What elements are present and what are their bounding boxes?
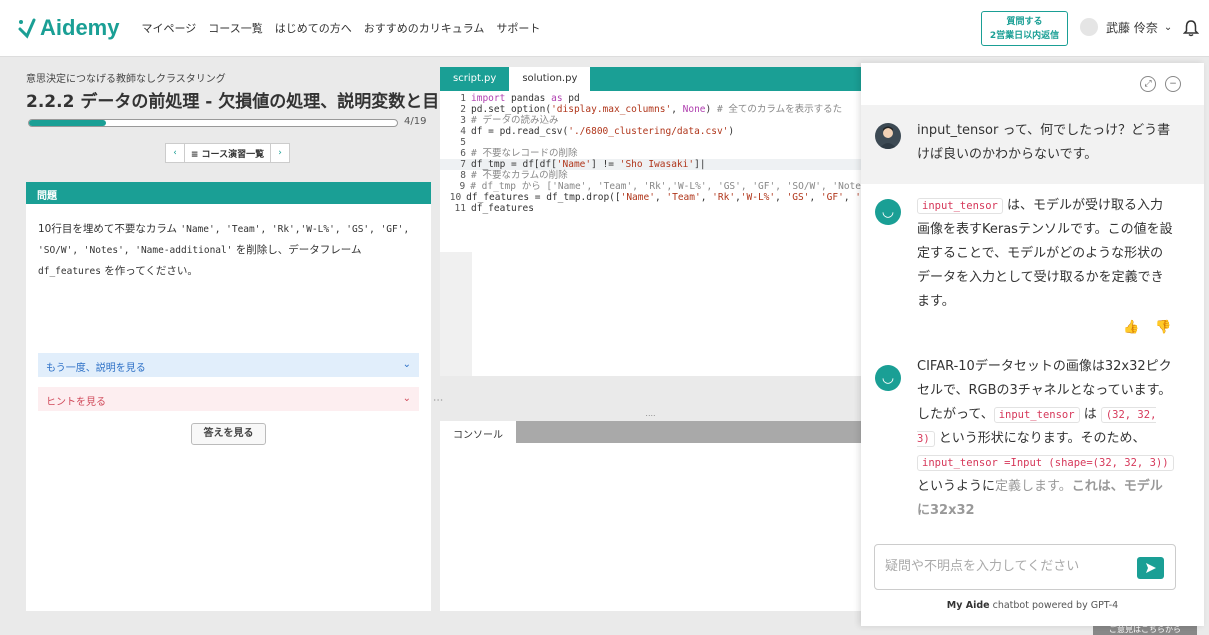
message-feedback: 👍 👎 (1123, 320, 1171, 335)
aidemy-logo[interactable]: Aidemy (18, 15, 119, 41)
bot-avatar: ◡ (875, 365, 901, 391)
nav-beginners[interactable]: はじめての方へ (275, 20, 352, 36)
user-message-text: input_tensor って、何でしたっけ？どう書けば良いのかわからないです。 (917, 123, 1171, 162)
bell-icon[interactable] (1183, 19, 1199, 37)
logo-text: Aidemy (40, 15, 120, 40)
avatar (1080, 18, 1098, 36)
show-answer-button[interactable]: 答えを見る (191, 423, 266, 445)
code-chip: input_tensor =Input (shape=(32, 32, 3)) (917, 455, 1174, 471)
user-avatar (875, 123, 901, 149)
problem-code: df_features (38, 266, 101, 277)
logo-mark-icon (18, 18, 36, 39)
problem-text-part: 10行目を埋めて不要なカラム (38, 223, 181, 235)
console-tabbar: コンソール (440, 421, 861, 443)
bot-message-text: は (1079, 407, 1101, 422)
bot-message-text: は、モデルが受け取る入力画像を表すKerasテンソルです。この値を設定することで… (917, 198, 1173, 309)
reply-time-label: 2営業日以内返信 (989, 31, 1060, 41)
expand-icon[interactable]: ⤢ (1140, 76, 1156, 92)
chat-input[interactable] (885, 558, 1125, 573)
bot-message: CIFAR-10データセットの画像は32x32ピクセルで、RGBの3チャネルとな… (917, 355, 1175, 527)
feedback-button[interactable]: ご意見はこちらから (1093, 625, 1197, 635)
code-line: 1 import pandas as pd (460, 93, 580, 104)
code-line: 6 # 不要なレコードの削除 (460, 148, 578, 159)
nav-recommended-curriculum[interactable]: おすすめのカリキュラム (364, 20, 485, 36)
code-line: 10 df_features = df_tmp.drop(['Name', 'Te… (449, 192, 861, 203)
progress-label: 4/19 (404, 116, 427, 127)
bot-avatar: ◡ (875, 199, 901, 225)
problem-text: 10行目を埋めて不要なカラム 'Name', 'Team', 'Rk','W-L… (38, 219, 423, 282)
chatbot-powered-by: chatbot powered by GPT-4 (989, 600, 1119, 611)
user-menu[interactable]: 武藤 伶奈 ⌄ (1080, 18, 1172, 36)
show-explanation-accordion[interactable]: もう一度、説明を見る ⌄ (38, 353, 419, 377)
bot-message-text: という形状になります。そのため、 (934, 431, 1146, 446)
bot-message: input_tensor は、モデルが受け取る入力画像を表すKerasテンソルで… (917, 194, 1175, 314)
progress-bar-fill (29, 120, 107, 126)
course-list-button[interactable]: ≡ コース演習一覧 (185, 143, 270, 163)
next-exercise-button[interactable]: › (270, 143, 290, 163)
top-header: Aidemy マイページ コース一覧 はじめての方へ おすすめのカリキュラム サ… (0, 0, 1209, 57)
code-line: 7 df_tmp = df[df['Name'] != 'Sho Iwasaki'… (440, 159, 861, 170)
ai-chat-panel: ⤢ − input_tensor って、何でしたっけ？どう書けば良いのかわからな… (861, 63, 1204, 626)
console-resize-handle[interactable]: .... (440, 410, 861, 421)
code-line: 9 # df_tmp から ['Name', 'Team', 'Rk','W-L%… (459, 181, 861, 192)
minimize-icon[interactable]: − (1165, 76, 1181, 92)
send-button[interactable] (1137, 557, 1164, 579)
thumbs-up-icon[interactable]: 👍 (1123, 320, 1139, 335)
lesson-panel: 意思決定につなげる教師なしクラスタリング 2.2.2 データの前処理 - 欠損値… (0, 57, 459, 635)
chat-footer: My Aide chatbot powered by GPT-4 (861, 600, 1204, 611)
page-title: 2.2.2 データの前処理 - 欠損値の処理、説明変数と目... (26, 92, 459, 112)
console-panel: コンソール (440, 421, 861, 611)
panel-resize-handle[interactable]: ⋮ (432, 395, 443, 405)
ask-question-button[interactable]: 質問する 2営業日以内返信 (981, 11, 1068, 46)
tab-script[interactable]: script.py (440, 67, 510, 91)
chevron-down-icon: ⌄ (402, 359, 411, 370)
chatbot-name: My Aide (946, 600, 990, 611)
show-hint-label: ヒントを見る (46, 397, 106, 408)
code-line: 2 pd.set_option('display.max_columns', No… (460, 104, 843, 115)
code-chip: input_tensor (993, 407, 1080, 423)
nav-course-list[interactable]: コース一覧 (208, 20, 262, 36)
thumbs-down-icon[interactable]: 👎 (1155, 320, 1171, 335)
code-line: 4 df = pd.read_csv('./6800_clustering/dat… (460, 126, 735, 137)
course-nav: ‹ ≡ コース演習一覧 › (165, 143, 290, 163)
nav-support[interactable]: サポート (496, 20, 540, 36)
tab-solution[interactable]: solution.py (509, 67, 591, 91)
bot-message-text: というように (917, 479, 996, 494)
code-editor[interactable]: script.py solution.py 1 import pandas as … (440, 67, 861, 376)
chevron-down-icon: ⌄ (402, 393, 411, 404)
ask-question-label: 質問する (1006, 17, 1043, 27)
code-line: 3 # データの読み込み (460, 115, 559, 126)
main-nav: マイページ コース一覧 はじめての方へ おすすめのカリキュラム サポート (141, 20, 540, 36)
problem-heading: 問題 (26, 182, 431, 204)
breadcrumb[interactable]: 意思決定につなげる教師なしクラスタリング (26, 70, 226, 85)
code-line: 5 (460, 137, 466, 148)
code-line: 8 # 不要なカラムの削除 (460, 170, 568, 181)
code-chip: input_tensor (917, 198, 1003, 214)
chevron-down-icon: ⌄ (1163, 21, 1173, 33)
chat-input-box (874, 544, 1176, 590)
editor-gutter (440, 252, 472, 376)
problem-card: 問題 10行目を埋めて不要なカラム 'Name', 'Team', 'Rk','… (26, 182, 431, 612)
user-message: input_tensor って、何でしたっけ？どう書けば良いのかわからないです。 (861, 105, 1204, 184)
prev-exercise-button[interactable]: ‹ (165, 143, 185, 163)
tab-console[interactable]: コンソール (440, 421, 516, 443)
code-area[interactable]: 1 import pandas as pd 2 pd.set_option('dis… (440, 93, 861, 214)
send-icon (1146, 563, 1156, 573)
problem-text-part: を削除し、データフレーム (232, 244, 362, 256)
show-explanation-label: もう一度、説明を見る (46, 363, 146, 374)
bot-message-text: 定義します。 (995, 479, 1072, 494)
show-hint-accordion[interactable]: ヒントを見る ⌄ (38, 387, 419, 411)
problem-text-part: を作ってください。 (100, 265, 198, 277)
progress-bar (28, 119, 398, 127)
editor-tabs: script.py solution.py (440, 67, 861, 91)
nav-mypage[interactable]: マイページ (141, 20, 196, 36)
user-portrait-icon (879, 126, 897, 149)
code-line: 11 df_features (454, 203, 534, 214)
user-name: 武藤 伶奈 (1106, 20, 1158, 35)
